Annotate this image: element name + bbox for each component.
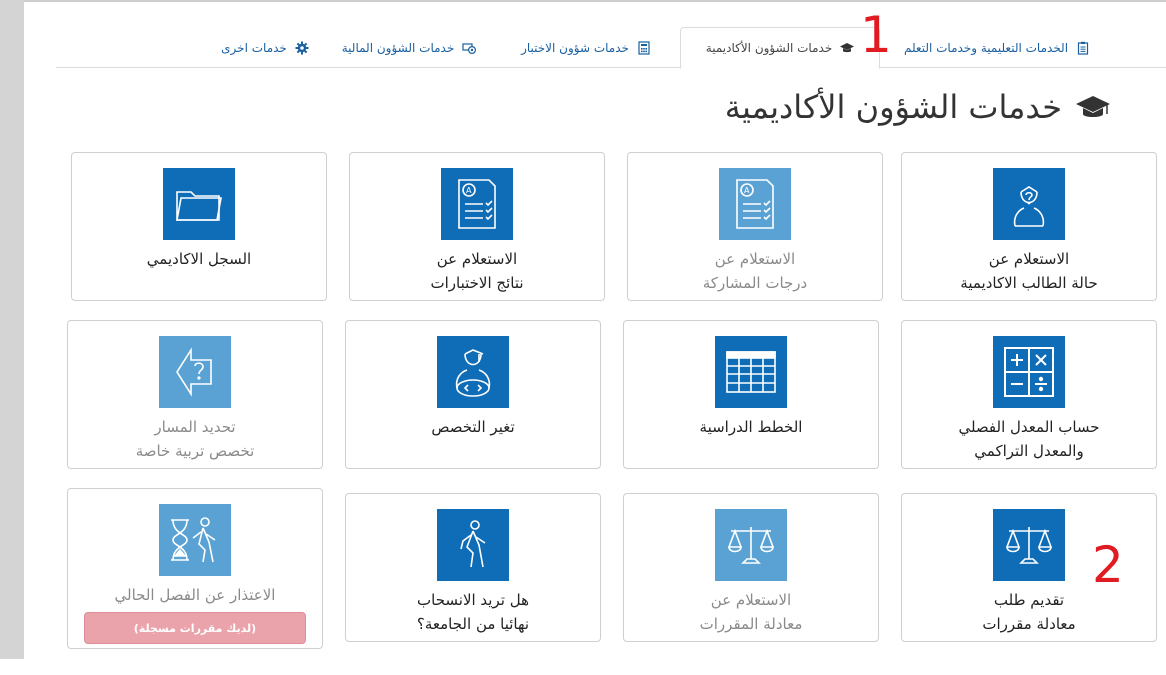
card-tile	[993, 336, 1065, 408]
path-question-icon	[176, 347, 212, 397]
tab-label: خدمات الشؤون المالية	[341, 40, 455, 55]
page-title-text: خدمات الشؤون الأكاديمية	[724, 88, 1062, 126]
card-label-line2: حالة الطالب الاكاديمية	[960, 274, 1098, 292]
card-tile: A	[441, 168, 513, 240]
card-label: الاستعلام عن درجات المشاركة	[703, 247, 807, 295]
card-label-line1: الخطط الدراسية	[699, 418, 803, 436]
card-tile	[159, 504, 231, 576]
card-label: هل تريد الانسحاب نهائيا من الجامعة؟	[417, 588, 529, 636]
card-determine-track[interactable]: تحديد المسار تخصص تربية خاصة	[67, 320, 323, 469]
card-label-line1: تغير التخصص	[431, 418, 515, 436]
svg-text:A: A	[466, 186, 472, 195]
card-label: تحديد المسار تخصص تربية خاصة	[136, 415, 255, 463]
card-exam-results[interactable]: A الاستعلام عن نتائج الاختبارات	[349, 152, 605, 301]
card-label: تغير التخصص	[431, 415, 514, 439]
card-label-line2: درجات المشاركة	[702, 274, 808, 292]
card-tile	[437, 509, 509, 581]
card-label-line2: تخصص تربية خاصة	[135, 442, 255, 460]
card-study-plans[interactable]: الخطط الدراسية	[623, 320, 879, 469]
scales-icon	[1005, 527, 1053, 564]
card-label-line1: السجل الاكاديمي	[146, 250, 252, 268]
card-withdraw-university[interactable]: هل تريد الانسحاب نهائيا من الجامعة؟	[345, 493, 601, 642]
card-tile	[159, 336, 231, 408]
card-label-line1: الاستعلام عن	[710, 591, 792, 609]
card-tile	[163, 168, 235, 240]
card-tile	[993, 509, 1065, 581]
tab-label: خدمات شؤون الاختبار	[521, 40, 629, 55]
registered-courses-badge: (لديك مقررات مسجلة)	[84, 612, 306, 644]
card-gpa-calculator[interactable]: حساب المعدل الفصلي والمعدل التراكمي	[901, 320, 1157, 469]
clipboard-icon	[1077, 41, 1089, 55]
tab-other-services[interactable]: خدمات اخرى	[210, 27, 320, 68]
card-label-line2: والمعدل التراكمي	[974, 442, 1084, 460]
card-label-line1: الاعتذار عن الفصل الحالي	[114, 586, 276, 604]
card-label: الاستعلام عن حالة الطالب الاكاديمية	[960, 247, 1097, 295]
card-label-line1: الاستعلام عن	[436, 250, 518, 268]
card-label: الاستعلام عن معادلة المقررات	[700, 588, 803, 636]
calculator-icon	[1004, 347, 1054, 397]
card-label-line1: حساب المعدل الفصلي	[958, 418, 1100, 436]
walking-person-icon	[460, 520, 486, 568]
tab-label: الخدمات التعليمية وخدمات التعلم	[903, 40, 1069, 55]
card-label-line2: نتائج الاختبارات	[430, 274, 524, 292]
card-label-line1: الاستعلام عن	[988, 250, 1070, 268]
card-label-line1: هل تريد الانسحاب	[417, 591, 529, 609]
student-question-icon	[1013, 186, 1045, 227]
card-tile	[437, 336, 509, 408]
tab-learning-services[interactable]: الخدمات التعليمية وخدمات التعلم	[884, 27, 1110, 68]
card-tile: A	[719, 168, 791, 240]
card-tile	[993, 168, 1065, 240]
card-label-line1: تقديم طلب	[993, 591, 1065, 609]
card-label: السجل الاكاديمي	[147, 247, 251, 271]
student-code-icon	[455, 349, 491, 397]
page-title: خدمات الشؤون الأكاديمية	[725, 88, 1110, 126]
card-label-line2: نهائيا من الجامعة؟	[416, 615, 530, 633]
tab-bar: الخدمات التعليمية وخدمات التعلم خدمات ال…	[56, 0, 1166, 69]
annotation-marker-1: 1	[860, 6, 892, 64]
card-label: حساب المعدل الفصلي والمعدل التراكمي	[958, 415, 1099, 463]
card-label-line2: معادلة مقررات	[982, 615, 1076, 633]
card-label-line1: الاستعلام عن	[714, 250, 796, 268]
tab-academic-affairs[interactable]: خدمات الشؤون الأكاديمية	[680, 27, 880, 69]
hourglass-person-icon	[171, 517, 216, 563]
card-academic-record[interactable]: السجل الاكاديمي	[71, 152, 327, 301]
tab-financial-affairs[interactable]: خدمات الشؤون المالية	[326, 27, 492, 68]
calculator-icon	[638, 40, 650, 55]
annotation-marker-2: 2	[1092, 536, 1124, 594]
graduation-cap-icon	[1076, 96, 1110, 117]
graduation-cap-icon	[840, 43, 855, 53]
card-label-line2: معادلة المقررات	[699, 615, 803, 633]
card-label: الخطط الدراسية	[700, 415, 803, 439]
tab-label: خدمات الشؤون الأكاديمية	[705, 41, 833, 55]
scales-icon	[727, 527, 775, 564]
table-icon	[726, 351, 776, 393]
gear-icon	[295, 41, 309, 54]
tab-exam-affairs[interactable]: خدمات شؤون الاختبار	[506, 27, 666, 68]
card-participation-grades[interactable]: A الاستعلام عن درجات المشاركة	[627, 152, 883, 301]
tab-label: خدمات اخرى	[221, 40, 287, 55]
grade-sheet-icon: A	[736, 179, 774, 229]
grade-sheet-icon: A	[458, 179, 496, 229]
card-tile	[715, 509, 787, 581]
card-academic-status[interactable]: الاستعلام عن حالة الطالب الاكاديمية	[901, 152, 1157, 301]
card-course-equivalency-inquiry[interactable]: الاستعلام عن معادلة المقررات	[623, 493, 879, 642]
card-label: الاستعلام عن نتائج الاختبارات	[430, 247, 523, 295]
card-label: الاعتذار عن الفصل الحالي	[115, 583, 276, 607]
card-tile	[715, 336, 787, 408]
folder-icon	[176, 191, 222, 221]
svg-text:A: A	[744, 186, 750, 195]
card-semester-excuse[interactable]: الاعتذار عن الفصل الحالي (لديك مقررات مس…	[67, 488, 323, 649]
left-margin	[0, 0, 24, 659]
card-label: تقديم طلب معادلة مقررات	[982, 588, 1075, 636]
card-change-major[interactable]: تغير التخصص	[345, 320, 601, 469]
card-label-line1: تحديد المسار	[154, 418, 236, 436]
money-icon	[462, 42, 477, 54]
